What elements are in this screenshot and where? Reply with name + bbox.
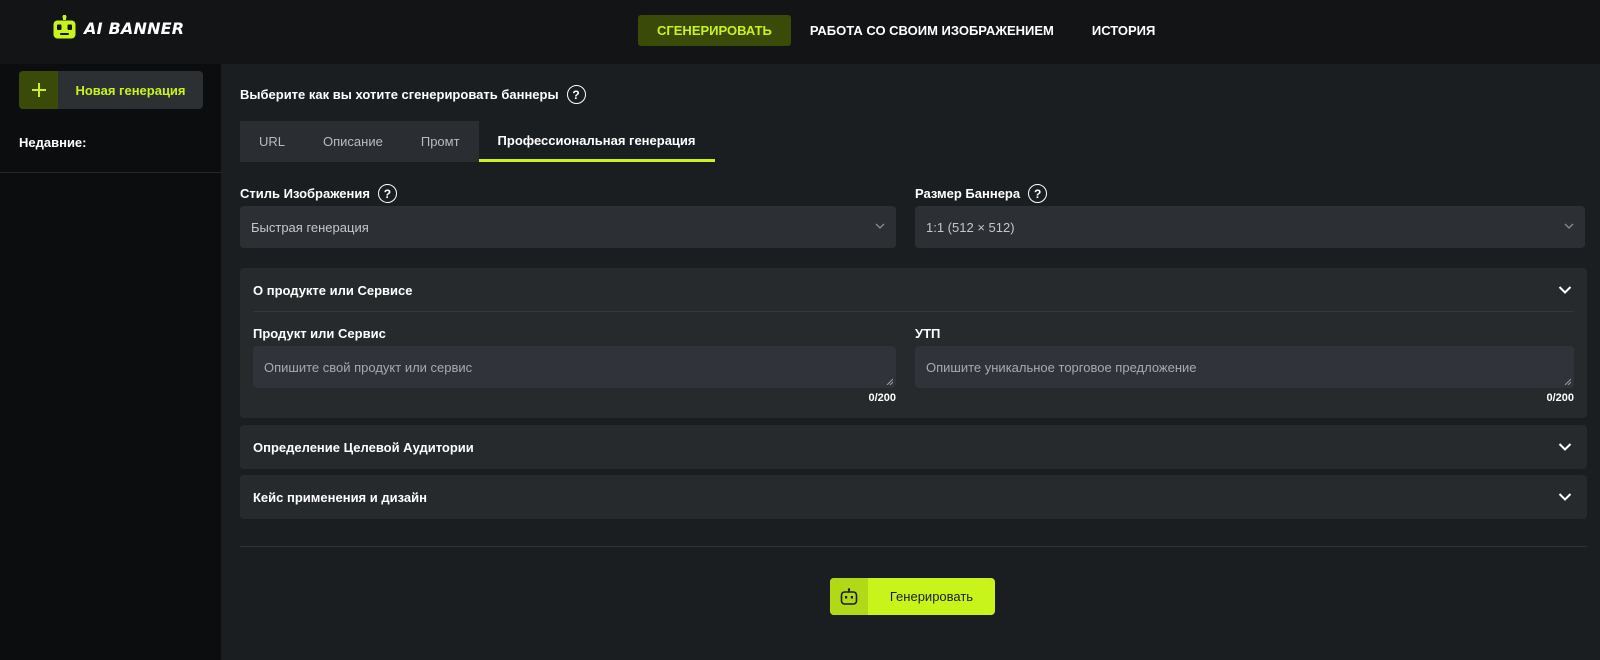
banner-size-label-text: Размер Баннера [915,186,1021,201]
product-panel: О продукте или Сервисе Продукт или Серви… [240,268,1587,418]
logo[interactable]: AI BANNER [53,15,184,41]
usp-textarea[interactable]: Опишите уникальное торговое предложение [915,346,1574,388]
bottom-divider [240,546,1587,547]
new-generation-button[interactable]: Новая генерация [19,71,203,109]
question-circle-icon[interactable]: ? [1028,184,1048,203]
use-case-panel-header[interactable]: Кейс применения и дизайн [240,475,1587,519]
generation-mode-title-text: Выберите как вы хотите сгенерировать бан… [240,87,559,102]
audience-panel-header[interactable]: Определение Целевой Аудитории [240,425,1587,469]
chevron-down-icon [1558,493,1572,501]
usp-label: УТП [915,326,941,341]
generate-button-label: Генерировать [889,589,974,604]
tab-description[interactable]: Описание [304,121,402,162]
product-placeholder: Опишите свой продукт или сервис [264,359,473,375]
image-style-select[interactable]: Быстрая генерация [240,206,896,248]
generate-button[interactable]: Генерировать [830,578,995,615]
question-circle-icon[interactable]: ? [377,184,397,203]
banner-size-select[interactable]: 1:1 (512 × 512) [915,206,1585,248]
main-nav: СГЕНЕРИРОВАТЬ РАБОТА СО СВОИМ ИЗОБРАЖЕНИ… [638,15,1174,46]
usp-placeholder: Опишите уникальное торговое предложение [926,359,1197,375]
resize-grip-icon[interactable] [1564,378,1571,385]
plus-icon [19,71,58,109]
chevron-down-icon [1558,443,1572,451]
product-panel-title: О продукте или Сервисе [253,282,413,298]
usp-char-counter: 0/200 [1546,392,1574,404]
product-char-counter: 0/200 [868,392,896,404]
main-content: Выберите как вы хотите сгенерировать бан… [221,64,1600,660]
nav-item-generate[interactable]: СГЕНЕРИРОВАТЬ [638,15,791,46]
use-case-panel: Кейс применения и дизайн [240,475,1587,519]
tab-professional-generation[interactable]: Профессиональная генерация [478,121,715,162]
sidebar: Новая генерация Недавние: [0,64,221,660]
nav-item-own-image[interactable]: РАБОТА СО СВОИМ ИЗОБРАЖЕНИЕМ [791,15,1073,46]
image-style-label-text: Стиль Изображения [240,186,370,201]
banner-size-label: Размер Баннера ? [915,184,1048,203]
audience-panel: Определение Целевой Аудитории [240,425,1587,469]
chevron-down-icon [875,223,885,229]
product-panel-header[interactable]: О продукте или Сервисе [240,268,1587,312]
sidebar-divider [0,172,221,173]
chevron-down-icon [1564,223,1574,229]
product-textarea[interactable]: Опишите свой продукт или сервис [253,346,896,388]
robot-icon [830,578,868,615]
top-bar: AI BANNER СГЕНЕРИРОВАТЬ РАБОТА СО СВОИМ … [0,0,1600,64]
recent-heading: Недавние: [19,135,87,150]
banner-size-value: 1:1 (512 × 512) [926,219,1015,235]
use-case-panel-title: Кейс применения и дизайн [253,489,427,505]
tab-prompt[interactable]: Промт [402,121,479,162]
product-label: Продукт или Сервис [253,326,386,341]
image-style-value: Быстрая генерация [251,219,369,235]
resize-grip-icon[interactable] [886,378,893,385]
chevron-down-icon [1558,286,1572,294]
generation-mode-tabs: URL Описание Промт Профессиональная гене… [240,121,715,162]
question-circle-icon[interactable]: ? [566,85,586,104]
panel-divider [253,311,1573,312]
nav-item-history[interactable]: ИСТОРИЯ [1073,15,1175,46]
new-generation-label: Новая генерация [75,82,186,98]
generation-mode-title: Выберите как вы хотите сгенерировать бан… [240,85,586,104]
tab-url[interactable]: URL [240,121,304,162]
logo-text: AI BANNER [84,18,185,38]
robot-icon [53,15,76,41]
audience-panel-title: Определение Целевой Аудитории [253,439,474,455]
image-style-label: Стиль Изображения ? [240,184,397,203]
